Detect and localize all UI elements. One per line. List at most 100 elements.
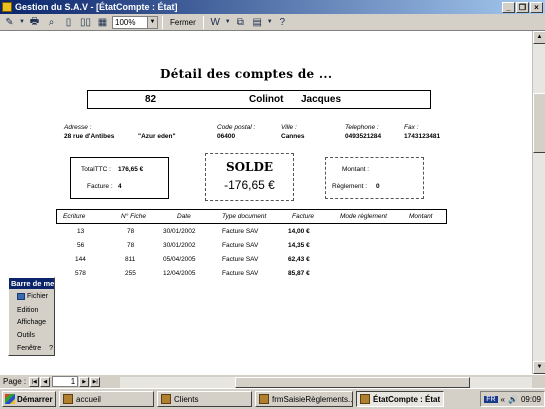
menu-item-edition[interactable]: Edition [9,307,38,314]
table-row: 578 255 12/04/2005 Facture SAV 85,87 € [0,270,532,282]
table-row: 144 811 05/04/2005 Facture SAV 62,43 € [0,256,532,268]
scroll-thumb[interactable] [533,93,545,153]
task-label: Clients [174,394,199,404]
menu-item-fenetre[interactable]: Fenêtre ? [9,345,53,352]
solde-value: -176,65 € [224,178,275,192]
new-object-icon[interactable]: ▤ [250,15,265,29]
floating-menu-window[interactable]: Barre de me Fichier Edition Affichage Ou… [8,277,55,356]
menu-item-fichier[interactable]: Fichier [9,293,48,300]
menu-item-outils[interactable]: Outils [9,332,35,339]
page-navigation-bar: Page : |◀ ◀ 1 ▶ ▶| [0,374,545,388]
phone: 0493521284 [345,133,382,140]
start-button[interactable]: Démarrer [2,391,56,407]
taskbar-item-accueil[interactable]: accueil [59,391,154,407]
next-page-icon[interactable]: ▶ [79,376,90,387]
first-page-icon[interactable]: |◀ [29,376,40,387]
type-cell: Facture SAV [222,270,259,277]
form-icon [161,394,171,404]
column-header: Mode règlement [340,213,387,220]
menu-item-affichage[interactable]: Affichage [9,319,46,326]
menu-item-label: Outils [17,332,35,339]
report-viewport[interactable]: Détail des comptes de ... 82 Colinot Jac… [0,31,532,374]
close-button[interactable]: Fermer [167,18,199,27]
payment-box: Montant : Règlement : 0 [325,157,424,199]
page-number-input[interactable]: 1 [52,376,79,387]
dropdown-arrow-icon[interactable]: ▼ [267,15,273,29]
type-cell: Facture SAV [222,228,259,235]
reglement-value: 0 [376,183,380,190]
ecriture-cell: 56 [77,242,85,249]
client-first-name: Jacques [301,94,342,105]
menu-item-label: Fichier [27,293,49,300]
page-label: Page : [3,377,27,386]
restore-icon[interactable]: ❐ [516,1,529,13]
chevron-down-icon[interactable]: ▼ [147,16,157,28]
menu-window-title[interactable]: Barre de me [9,278,54,289]
solde-box: SOLDE -176,65 € [205,153,294,201]
close-icon[interactable]: × [530,1,543,13]
ecriture-cell: 144 [75,256,86,263]
date-cell: 12/04/2005 [163,270,196,277]
total-ttc-value: 176,65 € [118,166,144,173]
help-icon[interactable]: ? [275,15,290,29]
scroll-down-icon[interactable]: ▼ [533,361,545,374]
facture-cell: 62,43 € [288,256,310,263]
multiple-pages-icon[interactable]: ▦ [95,15,110,29]
taskbar: Démarrer accueil Clients frmSaisieRèglem… [0,388,545,409]
menu-item-label: Fenêtre [17,345,42,352]
taskbar-item-reglements[interactable]: frmSaisieRèglements... [255,391,353,407]
taskbar-item-etatcompte[interactable]: ÉtatCompte : État [356,391,444,407]
task-label: ÉtatCompte : État [373,394,441,404]
view-icon[interactable]: ✎ [2,15,17,29]
solde-title: SOLDE [225,160,274,174]
zoom-select[interactable]: 100% ▼ [112,15,158,29]
toolbar-separator [202,15,204,29]
app-icon [2,2,12,12]
montant-label: Montant : [342,166,370,173]
expand-tray-icon[interactable]: « [501,395,505,404]
phone-label: Telephone : [345,124,379,131]
taskbar-item-clients[interactable]: Clients [157,391,252,407]
vertical-scrollbar[interactable]: ▲ ▼ [532,31,545,374]
fax-label: Fax : [404,124,419,131]
fiche-cell: 78 [127,242,135,249]
print-icon[interactable]: 🖶 [27,15,42,29]
date-cell: 30/01/2002 [163,228,196,235]
two-pages-icon[interactable]: ▯▯ [78,15,93,29]
facture-cell: 14,00 € [288,228,310,235]
scroll-up-icon[interactable]: ▲ [533,31,545,44]
fiche-cell: 811 [125,256,136,263]
last-page-icon[interactable]: ▶| [90,376,101,387]
previous-page-icon[interactable]: ◀ [40,376,51,387]
clock[interactable]: 09:09 [521,395,541,404]
table-row: 56 78 30/01/2002 Facture SAV 14,35 € [0,242,532,254]
fiche-cell: 78 [127,228,135,235]
speaker-icon[interactable]: 🔊 [508,395,518,404]
form-icon [259,394,269,404]
date-cell: 30/01/2002 [163,242,196,249]
menu-item-label: Affichage [17,319,47,326]
zoom-icon[interactable]: ⌕ [44,15,59,29]
office-links-icon[interactable]: W [208,15,223,29]
language-indicator[interactable]: FR [484,395,498,403]
reglement-label: Règlement : [332,183,368,190]
column-header: Facture [292,213,315,220]
fax: 1743123481 [404,133,441,140]
title-bar: Gestion du S.A.V - [ÉtatCompte : État] _… [0,0,545,14]
total-ttc-label: TotalTTC : [81,166,111,173]
minimize-icon[interactable]: _ [502,1,515,13]
task-label: accueil [76,394,101,404]
report-icon [360,394,370,404]
postal-code-label: Code postal : [217,124,256,131]
facture-cell: 85,87 € [288,270,310,277]
client-id: 82 [145,94,157,105]
one-page-icon[interactable]: ▯ [61,15,76,29]
dropdown-arrow-icon[interactable]: ▼ [19,15,25,29]
menu-item-help[interactable]: ? [49,345,53,352]
horizontal-scrollbar[interactable] [120,377,532,388]
scroll-thumb[interactable] [235,377,470,388]
table-header: Ecriture N° Fiche Date Type document Fac… [56,209,447,224]
dropdown-arrow-icon[interactable]: ▼ [225,15,231,29]
report-page: Détail des comptes de ... 82 Colinot Jac… [0,31,532,374]
database-window-icon[interactable]: ⧉ [233,15,248,29]
